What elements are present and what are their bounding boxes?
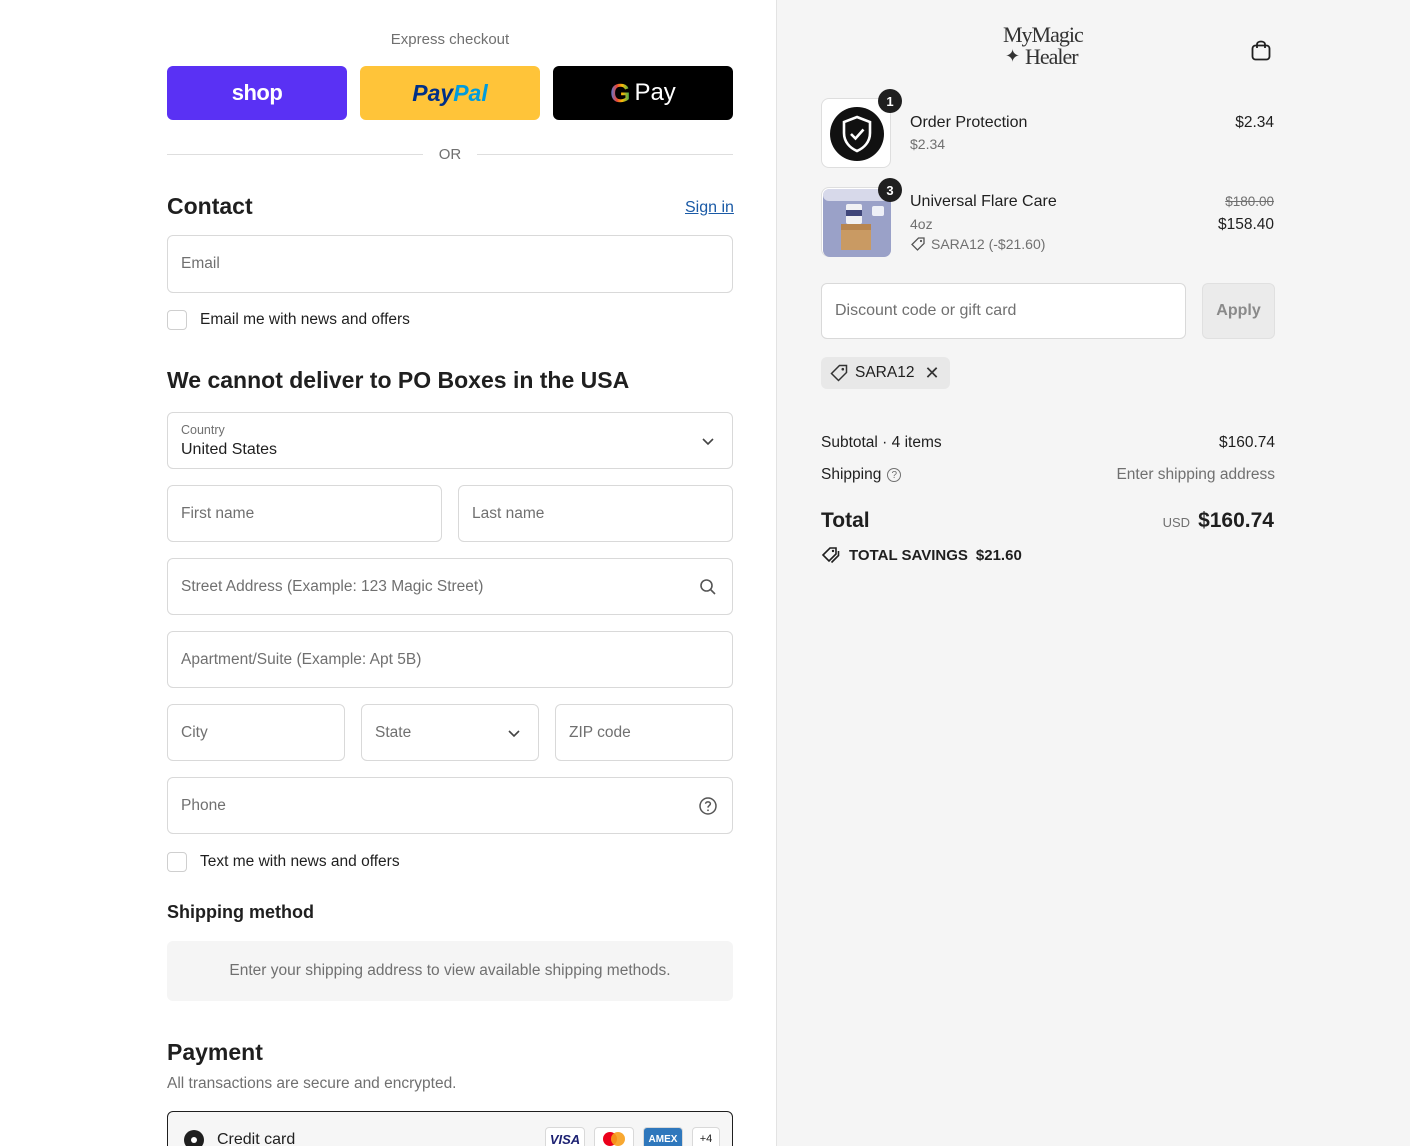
paypal-label-part1: Pay [412,79,454,106]
payment-heading: Payment [167,1039,263,1065]
search-icon [700,578,716,595]
street-address-placeholder: Street Address (Example: 123 Magic Stree… [181,577,484,595]
tag-icon [911,237,925,251]
sign-in-link[interactable]: Sign in [685,199,734,217]
item-subtitle: $2.34 [910,136,946,152]
discount-code-field[interactable]: Discount code or gift card [821,283,1186,339]
order-protection-thumbnail: 1 [821,89,902,168]
sms-newsletter-checkbox[interactable] [167,852,187,872]
credit-card-label: Credit card [217,1131,296,1146]
item-original-price: $180.00 [1225,194,1274,209]
universal-flare-care-thumbnail: 3 [821,178,902,257]
state-select[interactable]: State [361,704,539,761]
state-placeholder: State [375,723,412,741]
shopping-bag-icon[interactable] [1249,38,1273,62]
quantity-badge: 1 [878,89,902,113]
phone-field[interactable]: Phone [167,777,733,834]
credit-card-option[interactable]: Credit card VISA AMEX +4 [167,1111,733,1146]
checkout-form-column: Express checkout shop Pay Pal G Pay OR Co… [0,0,776,1146]
tag-icon [830,364,848,382]
apartment-field[interactable]: Apartment/Suite (Example: Apt 5B) [167,631,733,688]
order-summary-column: MyMagic ✦ Healer 1 Order Protection $2.3… [776,0,1410,1146]
google-g-icon: G [610,77,631,108]
contact-heading: Contact [167,193,253,219]
street-address-field[interactable]: Street Address (Example: 123 Magic Stree… [167,558,733,615]
chevron-down-icon [508,729,520,737]
item-price: $2.34 [1235,114,1274,131]
chevron-down-icon [702,437,714,445]
or-divider: OR [167,146,733,163]
express-checkout-title: Express checkout [390,31,510,48]
credit-card-radio[interactable] [184,1130,204,1146]
item-name: Universal Flare Care [910,193,1057,210]
currency-code: USD [1162,515,1191,530]
shipping-help-icon[interactable]: ? [887,468,902,482]
subtotal-row: Subtotal · 4 items $160.74 [821,434,1275,452]
phone-placeholder: Phone [181,796,226,814]
more-cards-badge: +4 [692,1127,720,1146]
total-savings-value: $21.60 [975,546,1022,564]
city-field[interactable]: City [167,704,345,761]
item-variant: 4oz [910,216,933,232]
google-pay-label: Pay [634,79,676,106]
shipping-row: Shipping ? Enter shipping address [821,466,1275,484]
apartment-placeholder: Apartment/Suite (Example: Apt 5B) [181,650,422,668]
item-discount: SARA12 (-$21.60) [910,236,1045,252]
sms-newsletter-label: Text me with news and offers [200,853,400,870]
google-pay-button[interactable]: G Pay [553,66,733,120]
item-discount-label: SARA12 (-$21.60) [931,236,1046,252]
subtotal-value: $160.74 [1218,434,1275,451]
shipping-value: Enter shipping address [1116,466,1275,483]
total-amount: USD $160.74 [1163,509,1274,533]
item-price: $158.40 [1217,216,1274,233]
first-name-field[interactable]: First name [167,485,442,542]
country-select[interactable]: Country United States [167,412,733,469]
tags-icon [821,547,840,564]
mastercard-logo-icon [594,1127,634,1146]
shop-pay-label: shop [231,80,283,105]
subtotal-label: Subtotal · 4 items [821,434,942,451]
total-label: Total [821,509,870,532]
paypal-button[interactable]: Pay Pal [360,66,540,120]
zip-code-field[interactable]: ZIP code [555,704,733,761]
total-savings-label: TOTAL SAVINGS [849,546,968,564]
zip-code-placeholder: ZIP code [569,723,631,741]
total-savings: TOTAL SAVINGS $21.60 [821,545,1022,565]
brand-logo-line2: Healer [1025,44,1079,69]
total-value: $160.74 [1198,509,1274,532]
email-field[interactable]: Email [167,235,733,293]
email-newsletter-checkbox[interactable] [167,310,187,330]
remove-discount-close-icon[interactable]: ✕ [924,363,939,384]
email-newsletter-label: Email me with news and offers [200,311,410,328]
paypal-label-part2: Pal [453,79,488,106]
or-label: OR [438,146,462,163]
last-name-field[interactable]: Last name [458,485,733,542]
shipping-method-message: Enter your shipping address to view avai… [229,962,671,979]
applied-discount-chip: SARA12 ✕ [821,357,950,389]
email-newsletter-option[interactable]: Email me with news and offers [167,310,410,330]
email-placeholder: Email [181,255,220,272]
sms-newsletter-option[interactable]: Text me with news and offers [167,852,400,872]
item-name: Order Protection [910,114,1028,131]
quantity-badge: 3 [878,178,902,202]
last-name-placeholder: Last name [472,504,545,522]
shipping-label: Shipping [821,466,882,483]
amex-logo-icon: AMEX [643,1127,683,1146]
healer-figure-icon: ✦ [1005,46,1021,66]
delivery-heading: We cannot deliver to PO Boxes in the USA [167,367,630,393]
shipping-method-heading: Shipping method [167,902,314,922]
visa-logo-icon: VISA [545,1127,585,1146]
country-value: United States [181,441,278,458]
shipping-method-notice: Enter your shipping address to view avai… [167,941,733,1001]
shop-pay-button[interactable]: shop [167,66,347,120]
discount-code-placeholder: Discount code or gift card [835,302,1017,319]
brand-logo[interactable]: MyMagic ✦ Healer [1003,22,1093,74]
first-name-placeholder: First name [181,504,255,522]
help-circle-icon[interactable] [698,796,718,816]
applied-discount-code: SARA12 [855,364,915,381]
country-label: Country [181,423,225,437]
payment-subtitle: All transactions are secure and encrypte… [167,1075,457,1092]
city-placeholder: City [181,723,208,741]
apply-discount-button[interactable]: Apply [1202,283,1275,339]
